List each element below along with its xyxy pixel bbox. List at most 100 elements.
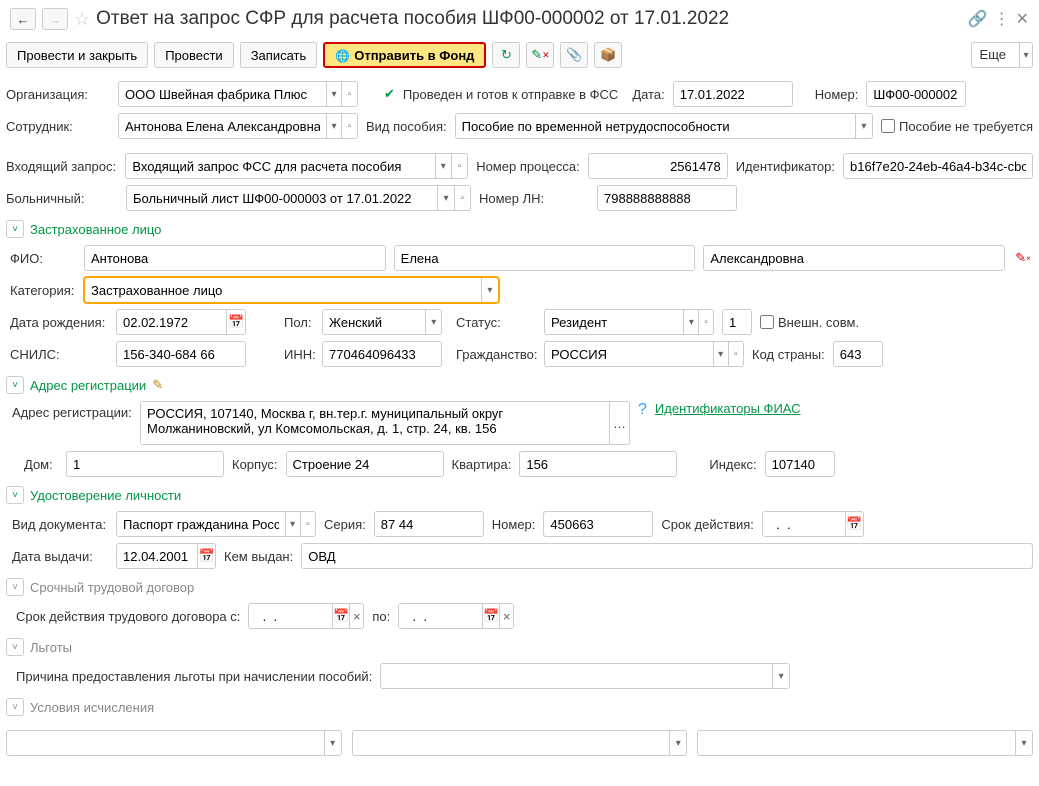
category-label: Категория:	[10, 283, 76, 298]
attach-button[interactable]: 📎	[560, 42, 588, 68]
sick-leave-input[interactable]: ▾▫	[126, 185, 471, 211]
benefit-type-input[interactable]: ▾	[455, 113, 873, 139]
section-id-header[interactable]: ˅ Удостоверение личности	[6, 480, 1033, 508]
back-button[interactable]: ←	[10, 8, 36, 30]
collapse-icon: ˅	[6, 376, 24, 394]
valid-until-input[interactable]: 📅	[762, 511, 864, 537]
country-code-input[interactable]	[833, 341, 883, 367]
fias-link[interactable]: Идентификаторы ФИАС	[655, 401, 801, 416]
more-menu-icon[interactable]: ⋮	[994, 9, 1010, 29]
contract-to-label: по:	[372, 609, 390, 624]
refresh-button[interactable]: ↻	[492, 42, 520, 68]
ln-no-input[interactable]	[597, 185, 737, 211]
globe-icon	[335, 48, 350, 63]
employee-input[interactable]: ▾▫	[118, 113, 358, 139]
calc-condition-3[interactable]: ▾	[697, 730, 1033, 756]
identifier-input[interactable]	[843, 153, 1033, 179]
house-input[interactable]	[66, 451, 224, 477]
building-label: Корпус:	[232, 457, 278, 472]
write-button[interactable]: Записать	[240, 42, 318, 68]
number-label: Номер:	[815, 87, 859, 102]
edit-address-icon[interactable]: ✎	[152, 377, 163, 393]
collapse-icon: ˅	[6, 578, 24, 596]
link-icon[interactable]: 🔗	[968, 9, 988, 29]
more-dropdown[interactable]: Еще▾	[971, 42, 1033, 68]
building-input[interactable]	[286, 451, 444, 477]
issued-by-label: Кем выдан:	[224, 549, 293, 564]
calendar-icon[interactable]: 📅	[482, 604, 499, 628]
postcode-input[interactable]	[765, 451, 835, 477]
calc-condition-2[interactable]: ▾	[352, 730, 688, 756]
process-no-input[interactable]	[588, 153, 728, 179]
send-to-fund-button[interactable]: Отправить в Фонд	[323, 42, 486, 68]
org-input[interactable]: ▾▫	[118, 81, 358, 107]
snils-input[interactable]	[116, 341, 246, 367]
date-label: Дата:	[632, 87, 664, 102]
valid-until-label: Срок действия:	[661, 517, 754, 532]
identifier-label: Идентификатор:	[736, 159, 835, 174]
benefit-reason-label: Причина предоставления льготы при начисл…	[16, 669, 372, 684]
clear-fio-icon[interactable]: ✎×	[1013, 250, 1033, 266]
middle-name-input[interactable]	[703, 245, 1005, 271]
category-input[interactable]: ▾	[84, 277, 499, 303]
doc-number-label: Номер:	[492, 517, 536, 532]
doc-type-input[interactable]: ▾▫	[116, 511, 316, 537]
birth-label: Дата рождения:	[10, 315, 108, 330]
status-check-icon: ✔	[384, 86, 395, 102]
contract-from-input[interactable]: 📅×	[248, 603, 364, 629]
clear-icon[interactable]: ×	[349, 604, 363, 628]
calc-condition-1[interactable]: ▾	[6, 730, 342, 756]
section-insured-header[interactable]: ˅ Застрахованное лицо	[6, 214, 1033, 242]
address-input[interactable]: РОССИЯ, 107140, Москва г, вн.тер.г. муни…	[140, 401, 630, 445]
gender-input[interactable]: ▾	[322, 309, 442, 335]
issued-by-input[interactable]	[301, 543, 1033, 569]
last-name-input[interactable]	[84, 245, 386, 271]
benefit-not-required-checkbox[interactable]: Пособие не требуется	[881, 119, 1033, 134]
status-input[interactable]: ▾▫	[544, 309, 714, 335]
inn-input[interactable]	[322, 341, 442, 367]
magic-wand-button[interactable]: ✎✕	[526, 42, 554, 68]
calendar-icon[interactable]: 📅	[226, 310, 245, 334]
issue-date-input[interactable]: 📅	[116, 543, 216, 569]
date-input[interactable]	[673, 81, 793, 107]
forward-button[interactable]: →	[42, 8, 68, 30]
series-label: Серия:	[324, 517, 366, 532]
section-address-header[interactable]: ˅ Адрес регистрации ✎	[6, 370, 1033, 398]
calendar-icon[interactable]: 📅	[845, 512, 863, 536]
archive-button[interactable]: 📦	[594, 42, 622, 68]
country-code-label: Код страны:	[752, 347, 825, 362]
snils-label: СНИЛС:	[10, 347, 108, 362]
help-icon[interactable]: ?	[638, 401, 647, 419]
series-input[interactable]	[374, 511, 484, 537]
birth-input[interactable]: 📅	[116, 309, 246, 335]
section-benefits-header[interactable]: ˅ Льготы	[6, 632, 1033, 660]
incoming-input[interactable]: ▾▫	[125, 153, 468, 179]
post-and-close-button[interactable]: Провести и закрыть	[6, 42, 148, 68]
ln-no-label: Номер ЛН:	[479, 191, 589, 206]
citizenship-input[interactable]: ▾▫	[544, 341, 744, 367]
first-name-input[interactable]	[394, 245, 696, 271]
status-num-input[interactable]	[722, 309, 752, 335]
flat-label: Квартира:	[452, 457, 512, 472]
benefit-reason-input[interactable]: ▾	[380, 663, 790, 689]
close-icon[interactable]: ✕	[1016, 9, 1029, 29]
gender-label: Пол:	[284, 315, 314, 330]
calendar-icon[interactable]: 📅	[332, 604, 349, 628]
post-button[interactable]: Провести	[154, 42, 234, 68]
fio-label: ФИО:	[10, 251, 76, 266]
section-contract-header[interactable]: ˅ Срочный трудовой договор	[6, 572, 1033, 600]
page-title: Ответ на запрос СФР для расчета пособия …	[96, 8, 962, 30]
clear-icon[interactable]: ×	[499, 604, 513, 628]
favorite-star-icon[interactable]: ☆	[74, 9, 90, 30]
flat-input[interactable]	[519, 451, 677, 477]
number-input[interactable]	[866, 81, 966, 107]
address-label: Адрес регистрации:	[12, 401, 132, 420]
collapse-icon: ˅	[6, 638, 24, 656]
contract-to-input[interactable]: 📅×	[398, 603, 514, 629]
external-checkbox[interactable]: Внешн. совм.	[760, 315, 859, 330]
doc-type-label: Вид документа:	[12, 517, 108, 532]
collapse-icon: ˅	[6, 486, 24, 504]
calendar-icon[interactable]: 📅	[197, 544, 215, 568]
section-calc-header[interactable]: ˅ Условия исчисления	[6, 692, 1033, 720]
doc-number-input[interactable]	[543, 511, 653, 537]
